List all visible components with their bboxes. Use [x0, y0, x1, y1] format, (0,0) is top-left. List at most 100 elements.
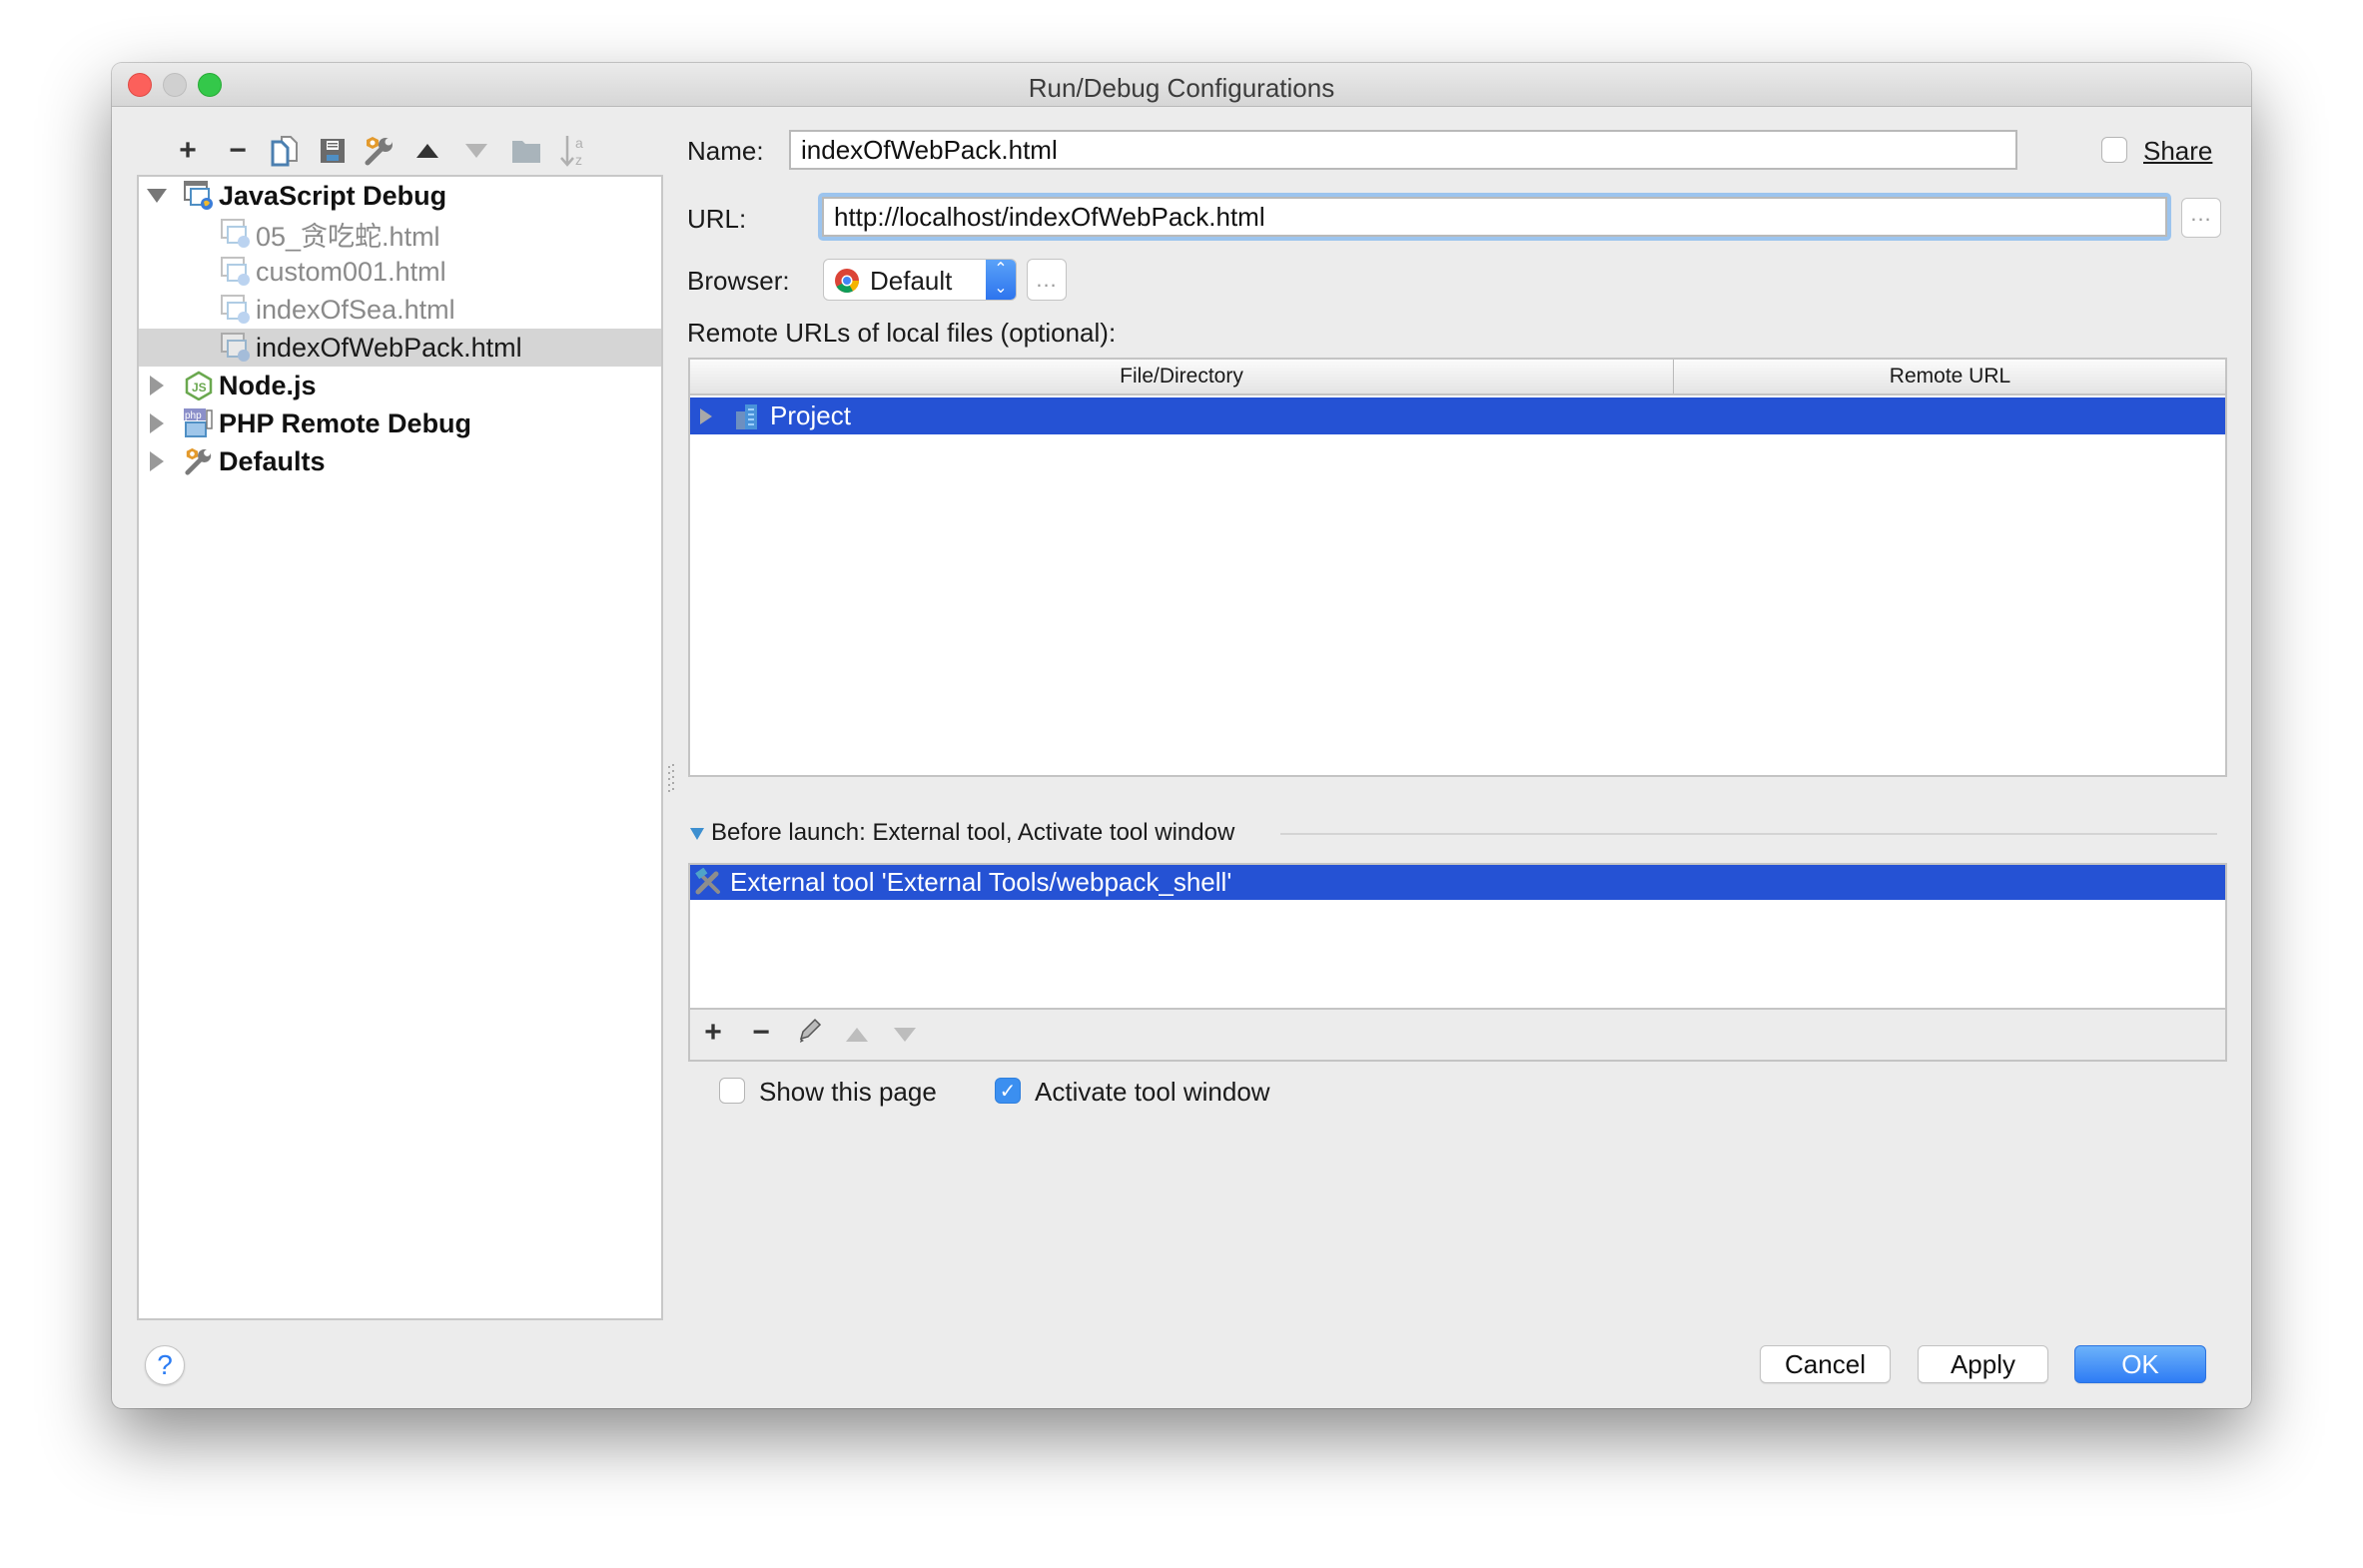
javascript-debug-config-icon — [221, 219, 250, 248]
edit-defaults-button[interactable] — [362, 133, 397, 169]
tree-group-php-remote-debug[interactable]: php PHP Remote Debug — [139, 404, 661, 442]
external-tool-icon — [695, 868, 720, 895]
before-launch-list[interactable]: External tool 'External Tools/webpack_sh… — [688, 863, 2227, 1010]
collapsed-arrow-icon[interactable] — [147, 451, 167, 471]
tree-item-index-of-webpack[interactable]: indexOfWebPack.html — [139, 329, 661, 367]
plus-icon: + — [179, 134, 197, 167]
url-label: URL: — [687, 204, 747, 234]
copy-configuration-button[interactable] — [267, 133, 303, 169]
browser-select[interactable]: Default ⌃ ⌄ — [823, 259, 1017, 301]
browser-select-value: Default — [870, 266, 953, 296]
remote-urls-label: Remote URLs of local files (optional): — [687, 318, 1117, 348]
project-folder-icon — [736, 404, 757, 429]
svg-text:z: z — [575, 152, 582, 168]
checkmark-icon: ✓ — [999, 1081, 1017, 1103]
help-button[interactable]: ? — [145, 1345, 185, 1385]
copy-icon — [271, 136, 298, 167]
remote-urls-table[interactable]: File/Directory Remote URL Project — [688, 358, 2227, 777]
url-browse-button[interactable]: ... — [2181, 198, 2221, 238]
move-task-up-button[interactable] — [842, 1018, 872, 1048]
project-row-label: Project — [770, 400, 851, 430]
column-header-file-directory[interactable]: File/Directory — [690, 360, 1674, 393]
list-item[interactable]: External tool 'External Tools/webpack_sh… — [690, 865, 2225, 900]
remove-task-button[interactable]: − — [746, 1018, 776, 1048]
chrome-icon — [835, 269, 859, 294]
tree-item-custom001[interactable]: custom001.html — [139, 253, 661, 291]
cancel-button[interactable]: Cancel — [1760, 1345, 1891, 1383]
tree-item-label: 05_贪吃蛇.html — [256, 221, 440, 252]
name-input[interactable]: indexOfWebPack.html — [789, 130, 2017, 170]
javascript-debug-icon — [184, 181, 213, 210]
share-label[interactable]: Share — [2143, 136, 2212, 167]
add-configuration-button[interactable]: + — [170, 133, 206, 169]
triangle-down-icon — [894, 1028, 916, 1042]
activate-tool-window-checkbox[interactable]: ✓ — [995, 1078, 1021, 1104]
collapsed-arrow-icon[interactable] — [147, 413, 167, 433]
before-launch-toolbar: + − — [688, 1008, 2227, 1062]
minus-icon: − — [229, 134, 247, 167]
before-launch-separator — [1280, 833, 2217, 835]
sort-configurations-button[interactable]: a z — [555, 133, 591, 169]
svg-text:a: a — [575, 135, 583, 151]
plus-icon: + — [704, 1016, 722, 1049]
minus-icon: − — [752, 1016, 770, 1049]
expanded-arrow-icon[interactable] — [147, 186, 167, 206]
edit-task-button[interactable] — [794, 1018, 824, 1048]
javascript-debug-config-icon — [221, 295, 250, 324]
triangle-up-icon — [416, 144, 438, 158]
title-bar: Run/Debug Configurations — [112, 63, 2251, 107]
defaults-wrench-icon — [185, 447, 212, 475]
ok-button[interactable]: OK — [2074, 1345, 2206, 1383]
tree-group-label: Defaults — [219, 445, 326, 476]
php-remote-debug-icon: php — [184, 408, 213, 437]
activate-tool-window-label[interactable]: Activate tool window — [1035, 1077, 1270, 1108]
wrench-icon — [365, 137, 393, 166]
panel-splitter[interactable] — [663, 175, 687, 1320]
tree-group-javascript-debug[interactable]: JavaScript Debug — [139, 177, 661, 215]
move-down-button[interactable] — [458, 133, 494, 169]
share-label-text: Share — [2143, 136, 2213, 166]
tree-group-label: Node.js — [219, 370, 317, 400]
tree-group-label: PHP Remote Debug — [219, 407, 472, 438]
tree-item-05-snake[interactable]: 05_贪吃蛇.html — [139, 215, 661, 253]
browser-label: Browser: — [687, 266, 790, 296]
tree-item-index-of-sea[interactable]: indexOfSea.html — [139, 291, 661, 329]
javascript-debug-config-icon — [221, 257, 250, 286]
tree-item-label: indexOfSea.html — [256, 294, 455, 325]
svg-text:php: php — [185, 410, 202, 421]
list-item-label: External tool 'External Tools/webpack_sh… — [730, 867, 1232, 897]
add-task-button[interactable]: + — [698, 1018, 728, 1048]
url-value: http://localhost/indexOfWebPack.html — [834, 201, 1265, 232]
nodejs-icon: JS — [185, 371, 213, 400]
move-task-down-button[interactable] — [890, 1018, 920, 1048]
collapse-before-launch-icon[interactable] — [690, 828, 704, 840]
show-this-page-label[interactable]: Show this page — [759, 1077, 937, 1108]
expand-arrow-icon[interactable] — [698, 407, 714, 425]
svg-text:JS: JS — [192, 381, 207, 394]
tree-item-label: custom001.html — [256, 256, 446, 287]
configurations-tree[interactable]: JavaScript Debug 05_贪吃蛇.html custom001.h… — [137, 175, 663, 1320]
url-input[interactable]: http://localhost/indexOfWebPack.html — [822, 197, 2167, 237]
save-configuration-button[interactable] — [315, 133, 351, 169]
window-title: Run/Debug Configurations — [1028, 73, 1335, 103]
tree-group-defaults[interactable]: Defaults — [139, 442, 661, 480]
run-debug-configurations-dialog: Run/Debug Configurations + − a z JavaScr… — [112, 63, 2251, 1408]
column-header-remote-url[interactable]: Remote URL — [1675, 360, 2225, 393]
pencil-icon — [799, 1018, 822, 1043]
move-up-button[interactable] — [409, 133, 445, 169]
before-launch-header: Before launch: External tool, Activate t… — [711, 819, 1235, 846]
save-icon — [321, 139, 345, 163]
share-checkbox[interactable] — [2101, 137, 2127, 163]
create-folder-button[interactable] — [508, 133, 544, 169]
select-stepper-icon: ⌃ ⌄ — [986, 260, 1016, 300]
remove-configuration-button[interactable]: − — [220, 133, 256, 169]
tree-group-label: JavaScript Debug — [219, 180, 447, 211]
collapsed-arrow-icon[interactable] — [147, 376, 167, 395]
tree-item-label: indexOfWebPack.html — [256, 332, 522, 363]
apply-button[interactable]: Apply — [1918, 1345, 2048, 1383]
show-this-page-checkbox[interactable] — [719, 1078, 745, 1104]
table-row[interactable]: Project — [690, 397, 2225, 434]
tree-group-nodejs[interactable]: JS Node.js — [139, 367, 661, 404]
splitter-grip-icon — [668, 764, 674, 792]
browser-more-button[interactable]: ... — [1027, 259, 1067, 301]
